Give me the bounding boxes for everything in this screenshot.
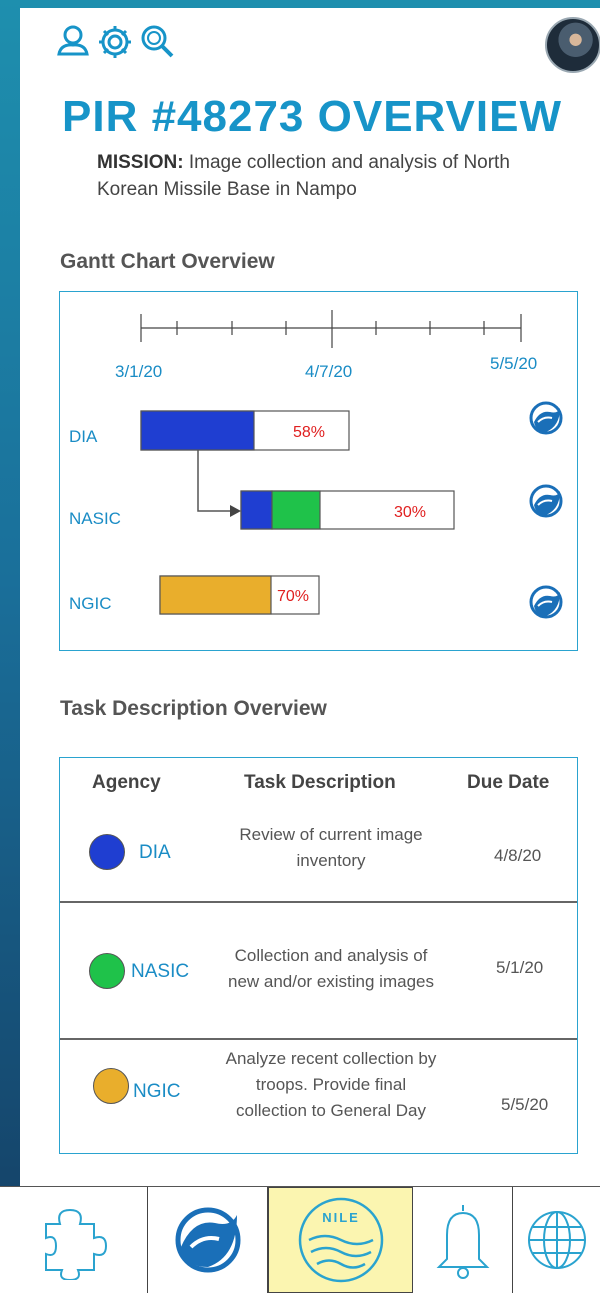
gantt-percent-nasic: 30% bbox=[394, 504, 426, 521]
bell-icon bbox=[436, 1205, 489, 1279]
row-divider bbox=[60, 1038, 577, 1040]
user-icon[interactable] bbox=[55, 22, 91, 62]
tab-nile[interactable]: NILE bbox=[268, 1187, 413, 1293]
tab-notifications[interactable] bbox=[413, 1187, 513, 1293]
agency-dot-dia bbox=[89, 834, 125, 870]
page-title: PIR #48273 OVERVIEW bbox=[62, 92, 562, 141]
due-date: 5/1/20 bbox=[496, 958, 544, 977]
puzzle-icon bbox=[44, 1208, 107, 1280]
column-header-due: Due Date bbox=[467, 772, 550, 793]
column-header-description: Task Description bbox=[244, 772, 396, 793]
date-start: 3/1/20 bbox=[115, 362, 162, 381]
timeline-ticks bbox=[140, 310, 522, 348]
tab-puzzle[interactable] bbox=[0, 1187, 148, 1293]
globe-icon bbox=[527, 1211, 586, 1269]
gantt-row-label-nasic: NASIC bbox=[69, 509, 121, 528]
nile-wave-icon[interactable] bbox=[529, 585, 563, 619]
bottom-tab-bar: NILE bbox=[0, 1186, 600, 1293]
table-agency-ngic: NGIC bbox=[133, 1081, 181, 1102]
task-description: Review of current image inventory bbox=[239, 825, 423, 870]
table-agency-dia: DIA bbox=[139, 842, 171, 863]
row-divider bbox=[60, 901, 577, 903]
table-agency-nasic: NASIC bbox=[131, 961, 190, 982]
gantt-chart: 3/1/20 4/7/20 5/5/20 DIA NASIC NGIC 58% … bbox=[59, 291, 578, 651]
date-mid: 4/7/20 bbox=[305, 362, 352, 381]
date-end: 5/5/20 bbox=[490, 354, 537, 373]
gear-icon[interactable] bbox=[97, 22, 133, 62]
tab-globe[interactable] bbox=[513, 1187, 600, 1293]
task-description: Collection and analysis of new and/or ex… bbox=[227, 946, 434, 991]
avatar[interactable] bbox=[545, 17, 600, 73]
mission-text: MISSION: Image collection and analysis o… bbox=[97, 149, 537, 203]
gantt-row-label-dia: DIA bbox=[69, 427, 98, 446]
agency-dot-nasic bbox=[89, 953, 125, 989]
nile-logo-label: NILE bbox=[322, 1210, 360, 1225]
nile-logo-icon: NILE bbox=[298, 1197, 383, 1283]
gantt-section-title: Gantt Chart Overview bbox=[60, 250, 275, 273]
gantt-bar-ngic[interactable]: 70% bbox=[159, 575, 320, 615]
header-icons bbox=[55, 22, 175, 62]
mission-label: MISSION: bbox=[97, 152, 184, 173]
gantt-bar-dia[interactable]: 58% bbox=[140, 410, 350, 451]
tab-wave[interactable] bbox=[148, 1187, 268, 1293]
dependency-arrow bbox=[197, 450, 241, 517]
gantt-svg: 3/1/20 4/7/20 5/5/20 DIA NASIC NGIC 58% … bbox=[69, 310, 563, 619]
wave-logo-icon bbox=[175, 1207, 240, 1273]
agency-dot-ngic bbox=[93, 1068, 129, 1104]
gantt-bar-nasic[interactable]: 30% bbox=[240, 490, 455, 530]
due-date: 5/5/20 bbox=[501, 1095, 549, 1114]
gantt-row-label-ngic: NGIC bbox=[69, 594, 112, 613]
task-section-title: Task Description Overview bbox=[60, 697, 327, 720]
due-date: 4/8/20 bbox=[494, 846, 542, 865]
search-icon[interactable] bbox=[139, 22, 175, 62]
nile-wave-icon[interactable] bbox=[529, 401, 563, 435]
gantt-percent-ngic: 70% bbox=[277, 588, 309, 605]
nile-wave-icon[interactable] bbox=[529, 484, 563, 518]
gantt-percent-dia: 58% bbox=[293, 424, 325, 441]
task-description: Analyze recent collection by troops. Pro… bbox=[225, 1049, 437, 1120]
column-header-agency: Agency bbox=[92, 772, 161, 793]
